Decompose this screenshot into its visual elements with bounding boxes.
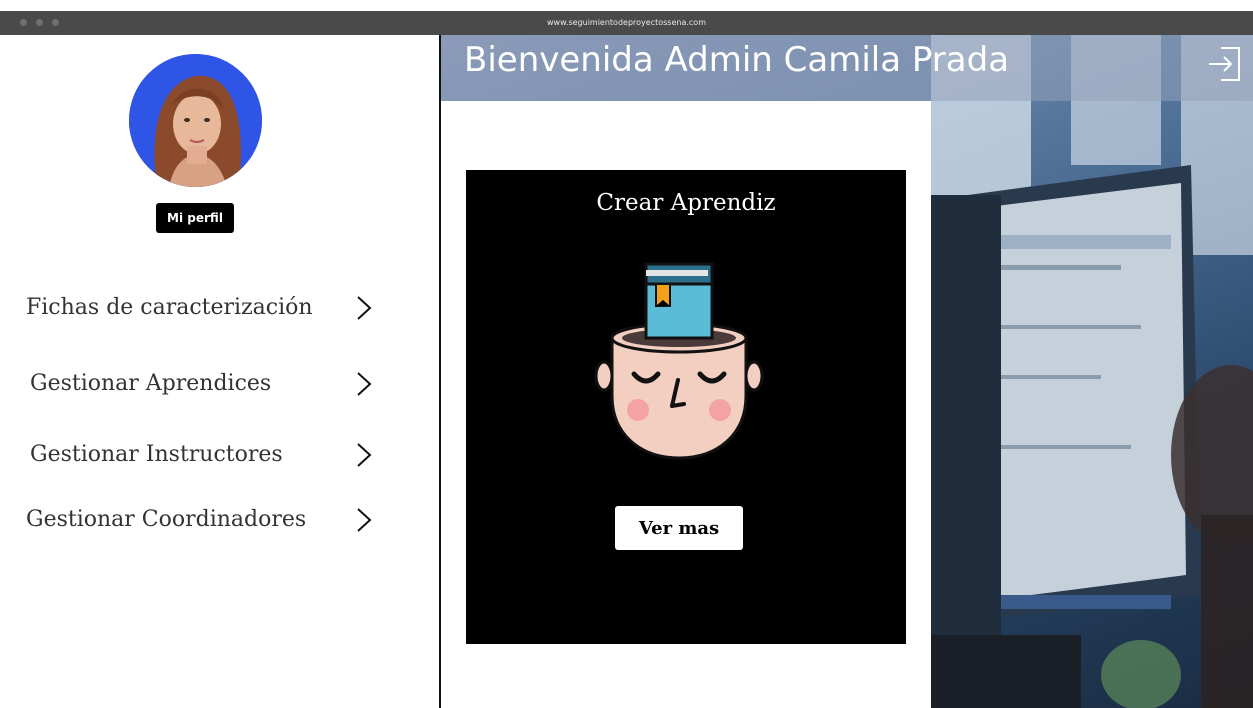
chevron-right-icon (357, 296, 372, 320)
sidebar-item-label: Gestionar Instructores (30, 441, 283, 467)
book-head-illustration (594, 256, 764, 470)
sidebar-item-label: Fichas de caracterización (26, 294, 313, 320)
card-title: Crear Aprendiz (596, 190, 776, 216)
address-bar-url[interactable]: www.seguimientodeproyectossena.com (0, 18, 1253, 27)
book-head-icon (594, 262, 764, 460)
chevron-right-icon (357, 443, 372, 467)
sidebar-item-fichas-caracterizacion[interactable]: Fichas de caracterización (26, 287, 386, 327)
logout-icon (1209, 47, 1240, 81)
create-apprentice-card: Crear Aprendiz Ver mas (466, 170, 906, 644)
view-more-button[interactable]: Ver mas (615, 506, 743, 550)
avatar-photo (129, 54, 262, 187)
page-title: Bienvenida Admin Camila Prada (464, 40, 1010, 80)
my-profile-button[interactable]: Mi perfil (156, 203, 234, 233)
sidebar: Mi perfil Fichas de caracterización Gest… (0, 35, 441, 708)
sidebar-item-label: Gestionar Coordinadores (26, 506, 307, 532)
sidebar-item-gestionar-aprendices[interactable]: Gestionar Aprendices (30, 363, 390, 403)
sidebar-item-label: Gestionar Aprendices (30, 370, 272, 396)
chevron-right-icon (357, 372, 372, 396)
sidebar-item-gestionar-instructores[interactable]: Gestionar Instructores (30, 434, 390, 474)
chevron-right-icon (357, 508, 372, 532)
logout-button[interactable] (1207, 44, 1243, 88)
sidebar-item-gestionar-coordinadores[interactable]: Gestionar Coordinadores (26, 499, 386, 539)
avatar[interactable] (129, 54, 262, 187)
browser-chrome: www.seguimientodeproyectossena.com (0, 0, 1253, 35)
